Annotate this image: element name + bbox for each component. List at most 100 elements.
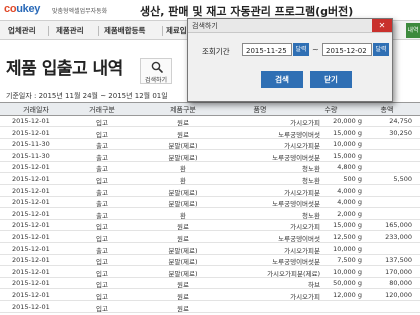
cell-quantity: 2,000 g: [337, 209, 362, 218]
cell-category: 분말(제료): [168, 258, 198, 267]
cell-date: 2015-12-01: [12, 128, 50, 137]
column-header-amount: 총액: [380, 106, 394, 114]
cell-date: 2015-12-01: [12, 186, 50, 195]
app-header: coukey 맞춤형엑셀업무자동화 생산, 판매 및 재고 자동관리 프로그램(…: [0, 0, 420, 20]
table-row[interactable]: 2015-12-01 입고 원료 가시오가피 20,000 g 24,750: [0, 116, 420, 127]
cell-category: 분말(제료): [168, 246, 198, 255]
cell-type: 입고: [96, 119, 108, 127]
cell-date: 2015-12-01: [12, 175, 50, 183]
search-submit-button[interactable]: 검색: [261, 71, 303, 88]
cell-type: 입고: [96, 304, 108, 313]
cell-category: 분말(제료): [168, 153, 198, 162]
search-button[interactable]: 검색하기: [140, 58, 172, 84]
column-header-quantity: 수량: [324, 106, 338, 114]
cell-date: 2015-12-01: [12, 233, 50, 241]
menu-item-company[interactable]: 업체관리: [8, 25, 36, 36]
cell-quantity: 4,000 g: [337, 186, 362, 195]
cell-amount: 165,000: [385, 221, 412, 230]
table-row[interactable]: 2015-12-01 입고 원료 하브 50,000 g 80,000: [0, 278, 420, 290]
cell-type: 출고: [96, 246, 108, 255]
table-row[interactable]: 2015-12-01 입고 원료 노루궁뎅이버섯 12,500 g 233,000: [0, 232, 420, 243]
start-calendar-button[interactable]: 달력: [293, 43, 309, 56]
cell-date: 2015-12-01: [12, 209, 50, 218]
cell-category: 원료: [177, 293, 189, 301]
cell-quantity: 4,000 g: [337, 198, 362, 207]
cell-category: 분말(제료): [168, 188, 198, 197]
cell-category: 원료: [177, 130, 189, 139]
menu-item-product[interactable]: 제품관리: [56, 25, 84, 36]
cell-quantity: 500 g: [343, 175, 362, 183]
table-row[interactable]: 2015-12-01 입고 원료 가시오가피 12,000 g 120,000: [0, 290, 420, 301]
close-icon[interactable]: ✕: [372, 19, 392, 32]
cell-type: 출고: [96, 200, 108, 209]
table-row[interactable]: 2015-12-01 출고 환 청노환 4,800 g: [0, 162, 420, 174]
table-row[interactable]: 2015-12-01 입고 원료: [0, 302, 420, 313]
cell-category: 환: [180, 177, 186, 185]
cell-category: 원료: [177, 281, 189, 290]
cell-type: 출고: [96, 153, 108, 162]
search-button-label: 검색하기: [144, 77, 168, 84]
end-date-input[interactable]: [322, 43, 372, 56]
cell-type: 출고: [96, 142, 108, 151]
cell-type: 출고: [96, 165, 108, 174]
cell-quantity: 4,800 g: [337, 163, 362, 172]
cell-quantity: 12,000 g: [333, 291, 362, 299]
search-dialog: 검색하기 ✕ 조회기간 달력 ~ 달력 검색 닫기: [187, 18, 393, 102]
table-row[interactable]: 2015-11-30 출고 분말(제료) 노루궁뎅이버섯분 15,000 g: [0, 151, 420, 162]
table-row[interactable]: 2015-12-01 입고 원료 가시오가피 15,000 g 165,000: [0, 220, 420, 232]
table-row[interactable]: 2015-12-01 출고 분말(제료) 노루궁뎅이버섯분 4,000 g: [0, 197, 420, 209]
cell-amount: 80,000: [389, 279, 412, 288]
cell-date: 2015-12-01: [12, 267, 50, 276]
logo-co: co: [4, 3, 17, 15]
table-row[interactable]: 2015-12-01 입고 분말(제료) 가시오가피분(제료) 10,000 g 170,…: [0, 267, 420, 278]
start-date-input[interactable]: [242, 43, 292, 56]
dialog-close-button[interactable]: 닫기: [310, 71, 352, 88]
cell-quantity: 10,000 g: [333, 140, 362, 149]
end-calendar-button[interactable]: 달력: [373, 43, 389, 56]
range-separator: ~: [312, 45, 319, 54]
cell-type: 출고: [96, 188, 108, 197]
cell-date: 2015-12-01: [12, 291, 50, 299]
table-row[interactable]: 2015-12-01 출고 환 청노환 2,000 g: [0, 209, 420, 220]
cell-amount: 137,500: [385, 256, 412, 265]
menu-separator: [48, 26, 49, 36]
cell-date: 2015-12-01: [12, 221, 50, 230]
cell-quantity: 10,000 g: [333, 267, 362, 276]
logo-subtitle: 맞춤형엑셀업무자동화: [52, 8, 108, 15]
cell-category: 분말(제료): [168, 200, 198, 209]
menu-item-formula[interactable]: 제품배합등록: [104, 25, 145, 36]
cell-quantity: 10,000 g: [333, 244, 362, 253]
cell-amount: 120,000: [385, 291, 412, 299]
table-row[interactable]: 2015-12-01 출고 분말(제료) 가시오가피분 10,000 g: [0, 244, 420, 255]
cell-type: 입고: [96, 177, 108, 185]
column-header-name: 품명: [253, 106, 267, 114]
cell-category: 분말(제료): [168, 142, 198, 151]
cell-date: 2015-11-30: [12, 151, 50, 160]
table-row[interactable]: 2015-12-01 입고 원료 노루궁뎅이버섯 15,000 g 30,250: [0, 128, 420, 139]
table-row[interactable]: 2015-12-01 입고 분말(제료) 노루궁뎅이버섯분 7,500 g 137,500: [0, 255, 420, 267]
dialog-titlebar: 검색하기 ✕: [188, 19, 392, 33]
cell-category: 분말(제료): [168, 269, 198, 278]
menu-item-material[interactable]: 제료입: [166, 25, 187, 36]
cell-amount: 5,500: [393, 175, 412, 183]
menu-separator: [162, 26, 163, 36]
cell-type: 입고: [96, 269, 108, 278]
cell-type: 입고: [96, 130, 108, 139]
cell-type: 출고: [96, 211, 108, 220]
cell-quantity: 20,000 g: [333, 117, 362, 125]
table-row[interactable]: 2015-12-01 출고 분말(제료) 가시오가피분 4,000 g: [0, 186, 420, 197]
cell-category: 원료: [177, 119, 189, 127]
cell-category: 환: [180, 211, 186, 220]
cell-quantity: 15,000 g: [333, 151, 362, 160]
cell-date: 2015-12-01: [12, 198, 50, 207]
menu-item-history[interactable]: 내역: [406, 23, 420, 38]
table-row[interactable]: 2015-12-01 입고 환 청노환 500 g 5,500: [0, 174, 420, 185]
cell-category: 원료: [177, 304, 189, 313]
cell-category: 원료: [177, 223, 189, 232]
cell-amount: 170,000: [385, 267, 412, 276]
cell-date: 2015-12-01: [12, 244, 50, 253]
cell-quantity: 15,000 g: [333, 221, 362, 230]
logo-ukey: ukey: [16, 3, 41, 15]
table-header: 거래일자 거래구분 제품구분 품명 수량 총액: [0, 102, 420, 116]
table-row[interactable]: 2015-11-30 출고 분말(제료) 가시오가피분 10,000 g: [0, 139, 420, 151]
